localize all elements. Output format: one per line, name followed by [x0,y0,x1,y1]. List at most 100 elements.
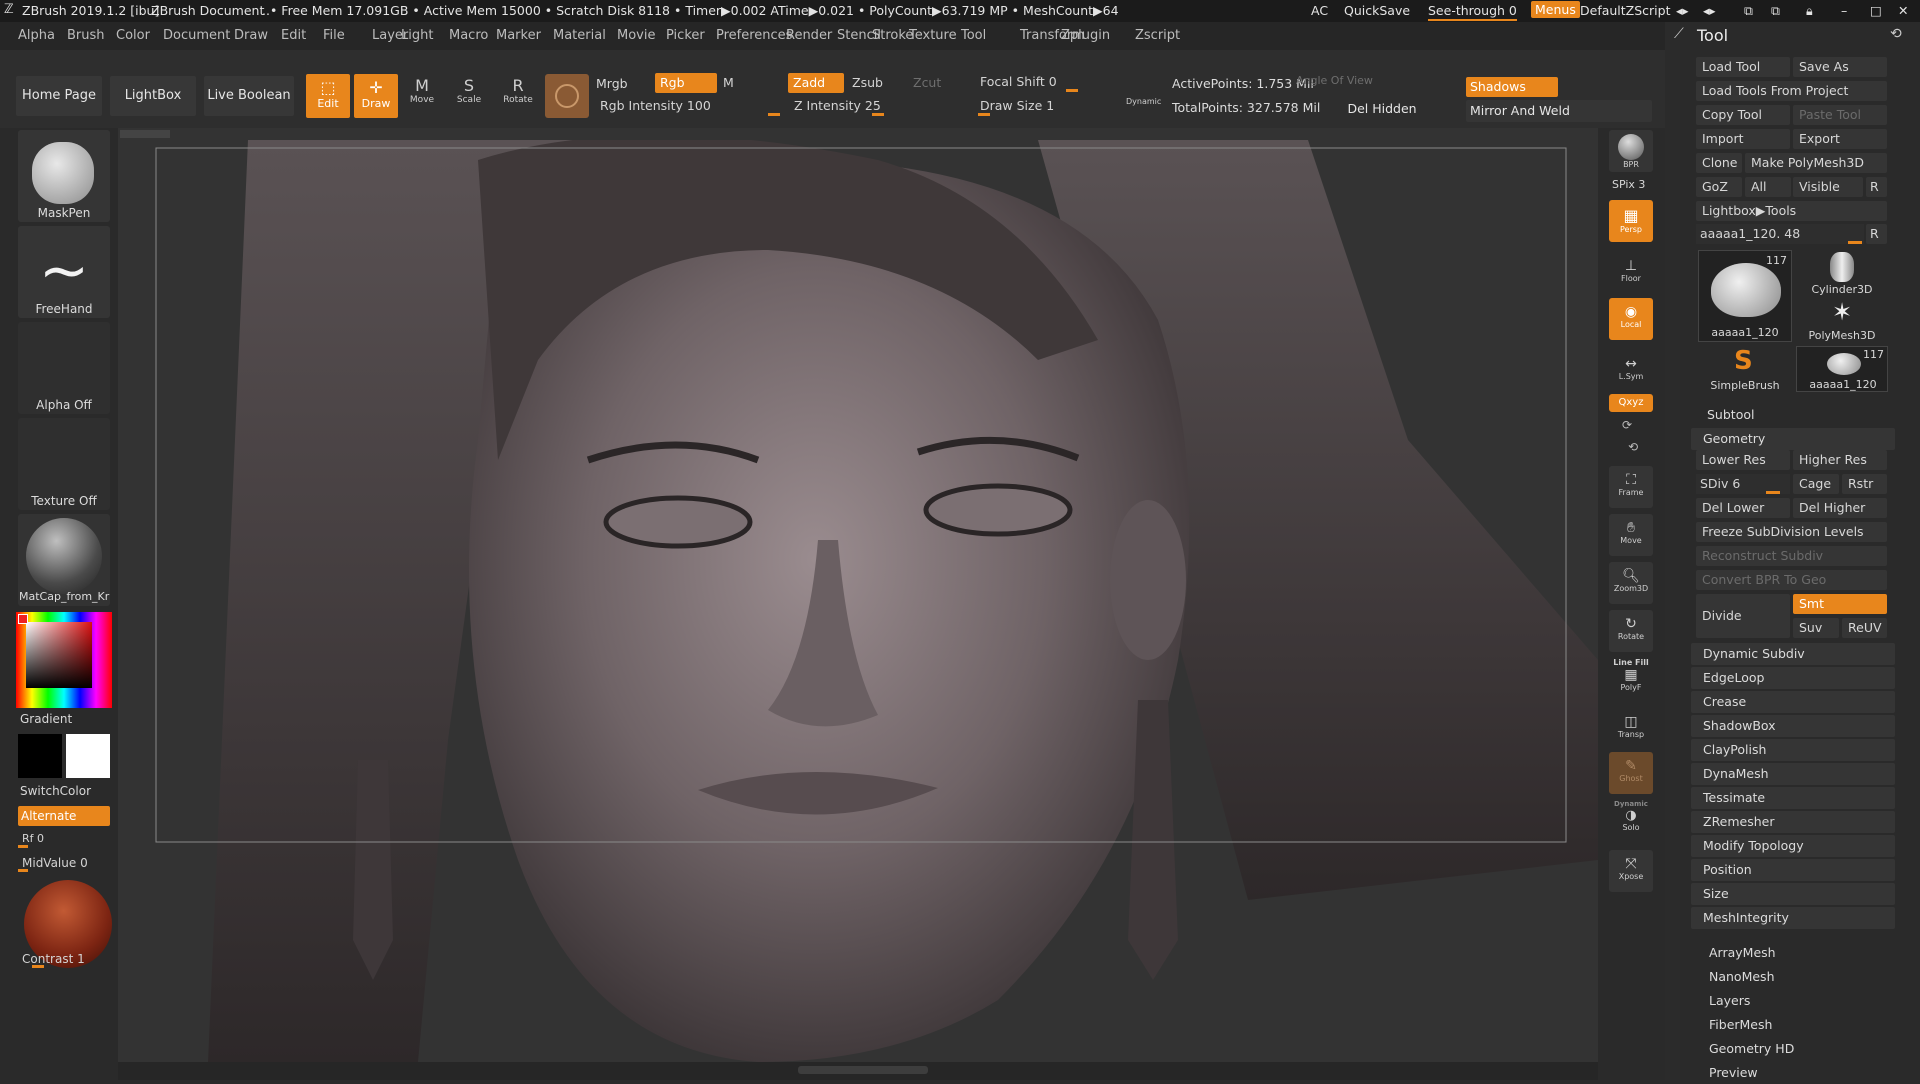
lock-icon[interactable]: 🔒︎ [1806,3,1813,19]
sdiv-handle[interactable] [1766,491,1780,494]
rgb-button[interactable]: Rgb [655,73,717,93]
default-zscript-button[interactable]: DefaultZScript [1580,3,1671,18]
primary-color-swatch[interactable] [66,734,110,778]
mrgb-button[interactable]: Mrgb [596,76,628,91]
secondary-color-swatch[interactable] [18,734,62,778]
load-tool-button[interactable]: Load Tool [1696,57,1790,77]
rf-handle[interactable] [18,845,28,848]
midvalue-slider[interactable]: MidValue 0 [18,854,110,872]
lightbox-tools-button[interactable]: Lightbox▶Tools [1696,201,1887,221]
lower-res-button[interactable]: Lower Res [1696,450,1790,470]
geometry-subpalette-item[interactable]: Dynamic Subdiv [1691,643,1895,665]
geometry-subpalette-item[interactable]: DynaMesh [1691,763,1895,785]
export-button[interactable]: Export [1793,129,1887,149]
rgb-intensity-handle[interactable] [768,113,780,116]
lsym-button[interactable]: ↔ L.Sym [1609,350,1653,392]
m-button[interactable]: M [719,73,779,93]
tool-thumb-simplebrush[interactable]: S SimpleBrush [1698,346,1792,392]
geometry-subpalette-item[interactable]: ShadowBox [1691,715,1895,737]
reuv-toggle[interactable]: ReUV [1842,618,1887,638]
layout-switch-icon-2[interactable]: ◂▸ [1703,3,1716,18]
tool-thumb-polymesh3d[interactable]: ✶ PolyMesh3D [1796,298,1888,342]
mirror-and-weld-button[interactable]: Mirror And Weld [1466,100,1652,122]
del-higher-button[interactable]: Del Higher [1793,498,1887,518]
document-viewport[interactable] [118,140,1598,1062]
tool-subpalette-item[interactable]: FiberMesh [1695,1014,1895,1036]
move-view-button[interactable]: ✋︎ Move [1609,514,1653,556]
current-tool-handle[interactable] [1848,241,1862,244]
minimize-icon[interactable]: – [1841,3,1847,18]
zsub-button[interactable]: Zsub [848,73,903,93]
quicksave-button[interactable]: QuickSave [1344,3,1410,18]
rgb-intensity-slider[interactable]: Rgb Intensity 100 [596,96,782,116]
tool-subpalette-item[interactable]: ArrayMesh [1695,942,1895,964]
home-page-button[interactable]: Home Page [16,76,102,116]
shadows-button[interactable]: Shadows [1466,77,1558,97]
layout-switch-icon[interactable]: ◂▸ [1676,3,1689,18]
copy-tool-button[interactable]: Copy Tool [1696,105,1790,125]
switch-color-button[interactable]: SwitchColor [20,784,91,798]
geometry-subpalette-item[interactable]: EdgeLoop [1691,667,1895,689]
focal-shift-slider[interactable]: Focal Shift 0 [976,72,1136,92]
geometry-subpalette-item[interactable]: Size [1691,883,1895,905]
menu-item[interactable]: Preferences [716,28,792,43]
menu-item[interactable]: Macro [449,28,488,43]
menu-item[interactable]: Movie [617,28,655,43]
bpr-render-button[interactable]: BPR [1609,130,1653,172]
menu-item[interactable]: Draw [234,28,268,43]
make-polymesh3d-button[interactable]: Make PolyMesh3D [1745,153,1887,173]
save-as-button[interactable]: Save As [1793,57,1887,77]
subtool-section[interactable]: Subtool [1695,404,1895,426]
edit-mode-button[interactable]: ⬚ Edit [306,74,350,118]
zoom3d-button[interactable]: 🔍︎ Zoom3D [1609,562,1653,604]
bottom-tray-handle[interactable] [798,1066,928,1074]
persp-button[interactable]: ▦ Persp [1609,200,1653,242]
alternate-button[interactable]: Alternate [18,806,110,826]
tool-thumb-cylinder3d[interactable]: Cylinder3D [1796,250,1888,296]
draw-size-handle[interactable] [978,113,990,116]
rf-slider[interactable]: Rf 0 [18,830,110,848]
divide-button[interactable]: Divide [1696,594,1790,638]
lightbox-button[interactable]: LightBox [110,76,196,116]
tool-subpalette-item[interactable]: Preview [1695,1062,1895,1084]
menu-item[interactable]: Picker [666,28,705,43]
polyf-button[interactable]: Line Fill ▦ PolyF [1609,658,1653,700]
geometry-subpalette-item[interactable]: Modify Topology [1691,835,1895,857]
ghost-button[interactable]: ✎ Ghost [1609,752,1653,794]
live-boolean-button[interactable]: Live Boolean [204,76,294,116]
rotate-y-icon[interactable]: ⟳ [1622,418,1632,432]
tool-palette-title[interactable]: Tool [1697,26,1728,45]
window-icon[interactable]: ⧉ [1744,3,1753,19]
tool-thumb-aaaaa1-main[interactable]: 117 aaaaa1_120 [1698,250,1792,342]
del-lower-button[interactable]: Del Lower [1696,498,1790,518]
contrast-handle[interactable] [32,965,44,968]
maximize-icon[interactable]: □ [1870,3,1882,18]
rotate-z-icon[interactable]: ⟲ [1628,440,1638,454]
tool-thumb-aaaaa1-2[interactable]: 117 aaaaa1_120 [1796,346,1888,392]
geometry-subpalette-item[interactable]: ClayPolish [1691,739,1895,761]
cage-button[interactable]: Cage [1793,474,1839,494]
menu-item[interactable]: Edit [281,28,306,43]
load-tools-from-project-button[interactable]: Load Tools From Project [1696,81,1887,101]
tool-subpalette-item[interactable]: NanoMesh [1695,966,1895,988]
menu-item[interactable]: Alpha [18,28,55,43]
see-through-slider[interactable]: See-through 0 [1428,3,1517,21]
move-mode-button[interactable]: M Move [402,76,442,118]
tool-subpalette-item[interactable]: Layers [1695,990,1895,1012]
dynamic-size-toggle[interactable]: Dynamic [1126,97,1161,106]
menu-item[interactable]: Marker [496,28,541,43]
xyz-button[interactable]: Qxyz [1609,394,1653,412]
menu-item[interactable]: File [323,28,345,43]
menu-item[interactable]: Stroke [872,28,913,43]
menu-item[interactable]: Texture [909,28,957,43]
material-swatch-button[interactable] [545,74,589,118]
solo-button[interactable]: Dynamic ◑ Solo [1609,800,1653,842]
draw-size-slider[interactable]: Draw Size 1 [976,96,1136,116]
midvalue-handle[interactable] [18,869,28,872]
current-tool-slider[interactable]: aaaaa1_120. 48 [1696,224,1864,244]
menus-toggle[interactable]: Menus [1531,1,1580,18]
menu-item[interactable]: Material [553,28,606,43]
menu-item[interactable]: Light [401,28,433,43]
clone-button[interactable]: Clone [1696,153,1742,173]
floor-button[interactable]: ⊥ Floor [1609,250,1653,292]
